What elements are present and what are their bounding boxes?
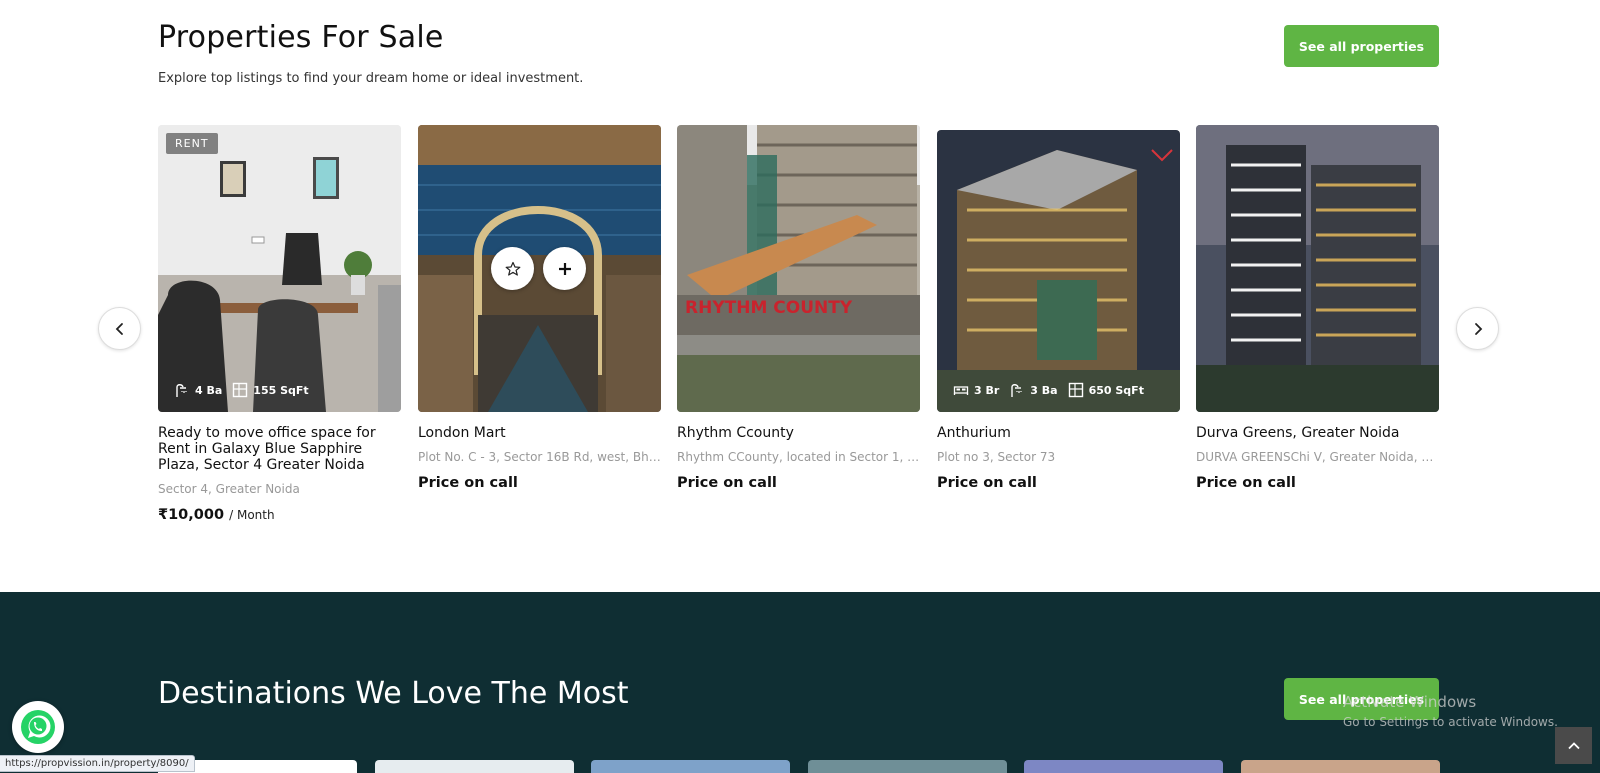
property-address: Rhythm CCounty, located in Sector 1, Gre… — [677, 450, 920, 464]
property-address: Sector 4, Greater Noida — [158, 482, 300, 496]
feature-label: 3 Ba — [1030, 383, 1058, 397]
property-title[interactable]: Anthurium — [937, 425, 1180, 441]
whatsapp-button[interactable] — [12, 701, 64, 753]
property-image[interactable] — [418, 125, 661, 412]
section-title: Destinations We Love The Most — [158, 676, 629, 711]
property-title[interactable]: London Mart — [418, 425, 661, 441]
property-address: DURVA GREENSChi V, Greater Noida, Uttar … — [1196, 450, 1439, 464]
feature-label: 3 Br — [974, 383, 1000, 397]
apartment-render — [1196, 125, 1439, 412]
star-icon — [505, 261, 520, 276]
section-subtitle: Explore top listings to find your dream … — [158, 71, 584, 86]
property-card[interactable]: Durva Greens, Greater Noida DURVA GREENS… — [1196, 125, 1439, 491]
destination-card[interactable] — [1241, 760, 1440, 773]
bed-icon — [953, 386, 969, 395]
price-unit: / Month — [229, 508, 275, 522]
area-icon — [1068, 382, 1083, 398]
price-amount: ₹10,000 — [158, 507, 225, 523]
destination-card[interactable] — [375, 760, 574, 773]
plus-icon — [558, 262, 571, 275]
shower-icon — [1011, 384, 1022, 397]
feature-baths: 4 Ba — [174, 382, 222, 398]
rent-badge: RENT — [166, 133, 218, 154]
feature-area: 155 SqFt — [232, 382, 309, 398]
watermark-line1: Activate Windows — [1343, 693, 1477, 711]
property-card[interactable]: RHYTHM COUNTY Rhythm Ccounty Rhythm CCou… — [677, 125, 920, 491]
card-hover-actions — [491, 247, 586, 290]
property-image[interactable]: RENT 4 Ba 155 SqFt — [158, 125, 401, 412]
property-title[interactable]: Durva Greens, Greater Noida — [1196, 425, 1439, 441]
scroll-to-top-button[interactable] — [1555, 727, 1592, 764]
feature-row: 3 Br 3 Ba 650 SqFt — [953, 382, 1144, 398]
property-card[interactable]: London Mart Plot No. C - 3, Sector 16B R… — [418, 125, 661, 491]
destination-card[interactable] — [808, 760, 1007, 773]
destinations-section: Destinations We Love The Most See all pr… — [0, 592, 1600, 773]
property-price: Price on call — [937, 475, 1037, 491]
property-card[interactable]: 3 Br 3 Ba 650 SqFt Anthurium Plot no 3, … — [937, 125, 1180, 491]
chevron-left-icon — [115, 322, 123, 335]
chevron-up-icon — [1567, 741, 1580, 749]
property-image[interactable] — [1196, 125, 1439, 412]
destination-card[interactable] — [591, 760, 790, 773]
browser-status-url: https://propvission.in/property/8090/ — [0, 755, 195, 772]
property-price: Price on call — [418, 475, 518, 491]
section-title: Properties For Sale — [158, 20, 444, 55]
property-address: Plot no 3, Sector 73 — [937, 450, 1056, 464]
feature-label: 155 SqFt — [253, 383, 309, 397]
office-photo — [158, 125, 401, 412]
see-all-properties-button[interactable]: See all properties — [1284, 25, 1439, 67]
property-price: Price on call — [677, 475, 777, 491]
property-price: ₹10,000 / Month — [158, 507, 401, 523]
property-image[interactable]: 3 Br 3 Ba 650 SqFt — [937, 130, 1180, 412]
carousel-prev-button[interactable] — [98, 307, 141, 350]
chevron-right-icon — [1474, 322, 1482, 335]
sign-text: RHYTHM COUNTY — [685, 298, 853, 318]
add-compare-button[interactable] — [543, 247, 586, 290]
whatsapp-icon — [21, 710, 55, 744]
property-price: Price on call — [1196, 475, 1296, 491]
property-title[interactable]: Ready to move office space for Rent in G… — [158, 425, 401, 473]
property-address: Plot No. C - 3, Sector 16B Rd, west, Bha… — [418, 450, 661, 464]
watermark-line2: Go to Settings to activate Windows. — [1343, 715, 1558, 729]
property-card[interactable]: RENT 4 Ba 155 SqFt Ready to move office … — [158, 125, 401, 523]
property-title[interactable]: Rhythm Ccounty — [677, 425, 920, 441]
properties-for-sale-section: Properties For Sale Explore top listings… — [0, 0, 1600, 592]
feature-baths: 3 Ba — [1009, 382, 1058, 398]
feature-beds: 3 Br — [953, 382, 999, 398]
tower-render — [937, 130, 1180, 412]
area-icon — [233, 382, 248, 398]
feature-label: 650 SqFt — [1088, 383, 1144, 397]
windows-activation-watermark: Activate Windows Go to Settings to activ… — [1343, 693, 1558, 729]
construction-photo: RHYTHM COUNTY — [677, 125, 920, 412]
destination-card[interactable] — [1024, 760, 1223, 773]
feature-label: 4 Ba — [195, 383, 223, 397]
feature-row: 4 Ba 155 SqFt — [174, 382, 309, 398]
shower-icon — [176, 384, 187, 397]
feature-area: 650 SqFt — [1068, 382, 1144, 398]
carousel-next-button[interactable] — [1456, 307, 1499, 350]
favorite-button[interactable] — [491, 247, 534, 290]
property-image[interactable]: RHYTHM COUNTY — [677, 125, 920, 412]
